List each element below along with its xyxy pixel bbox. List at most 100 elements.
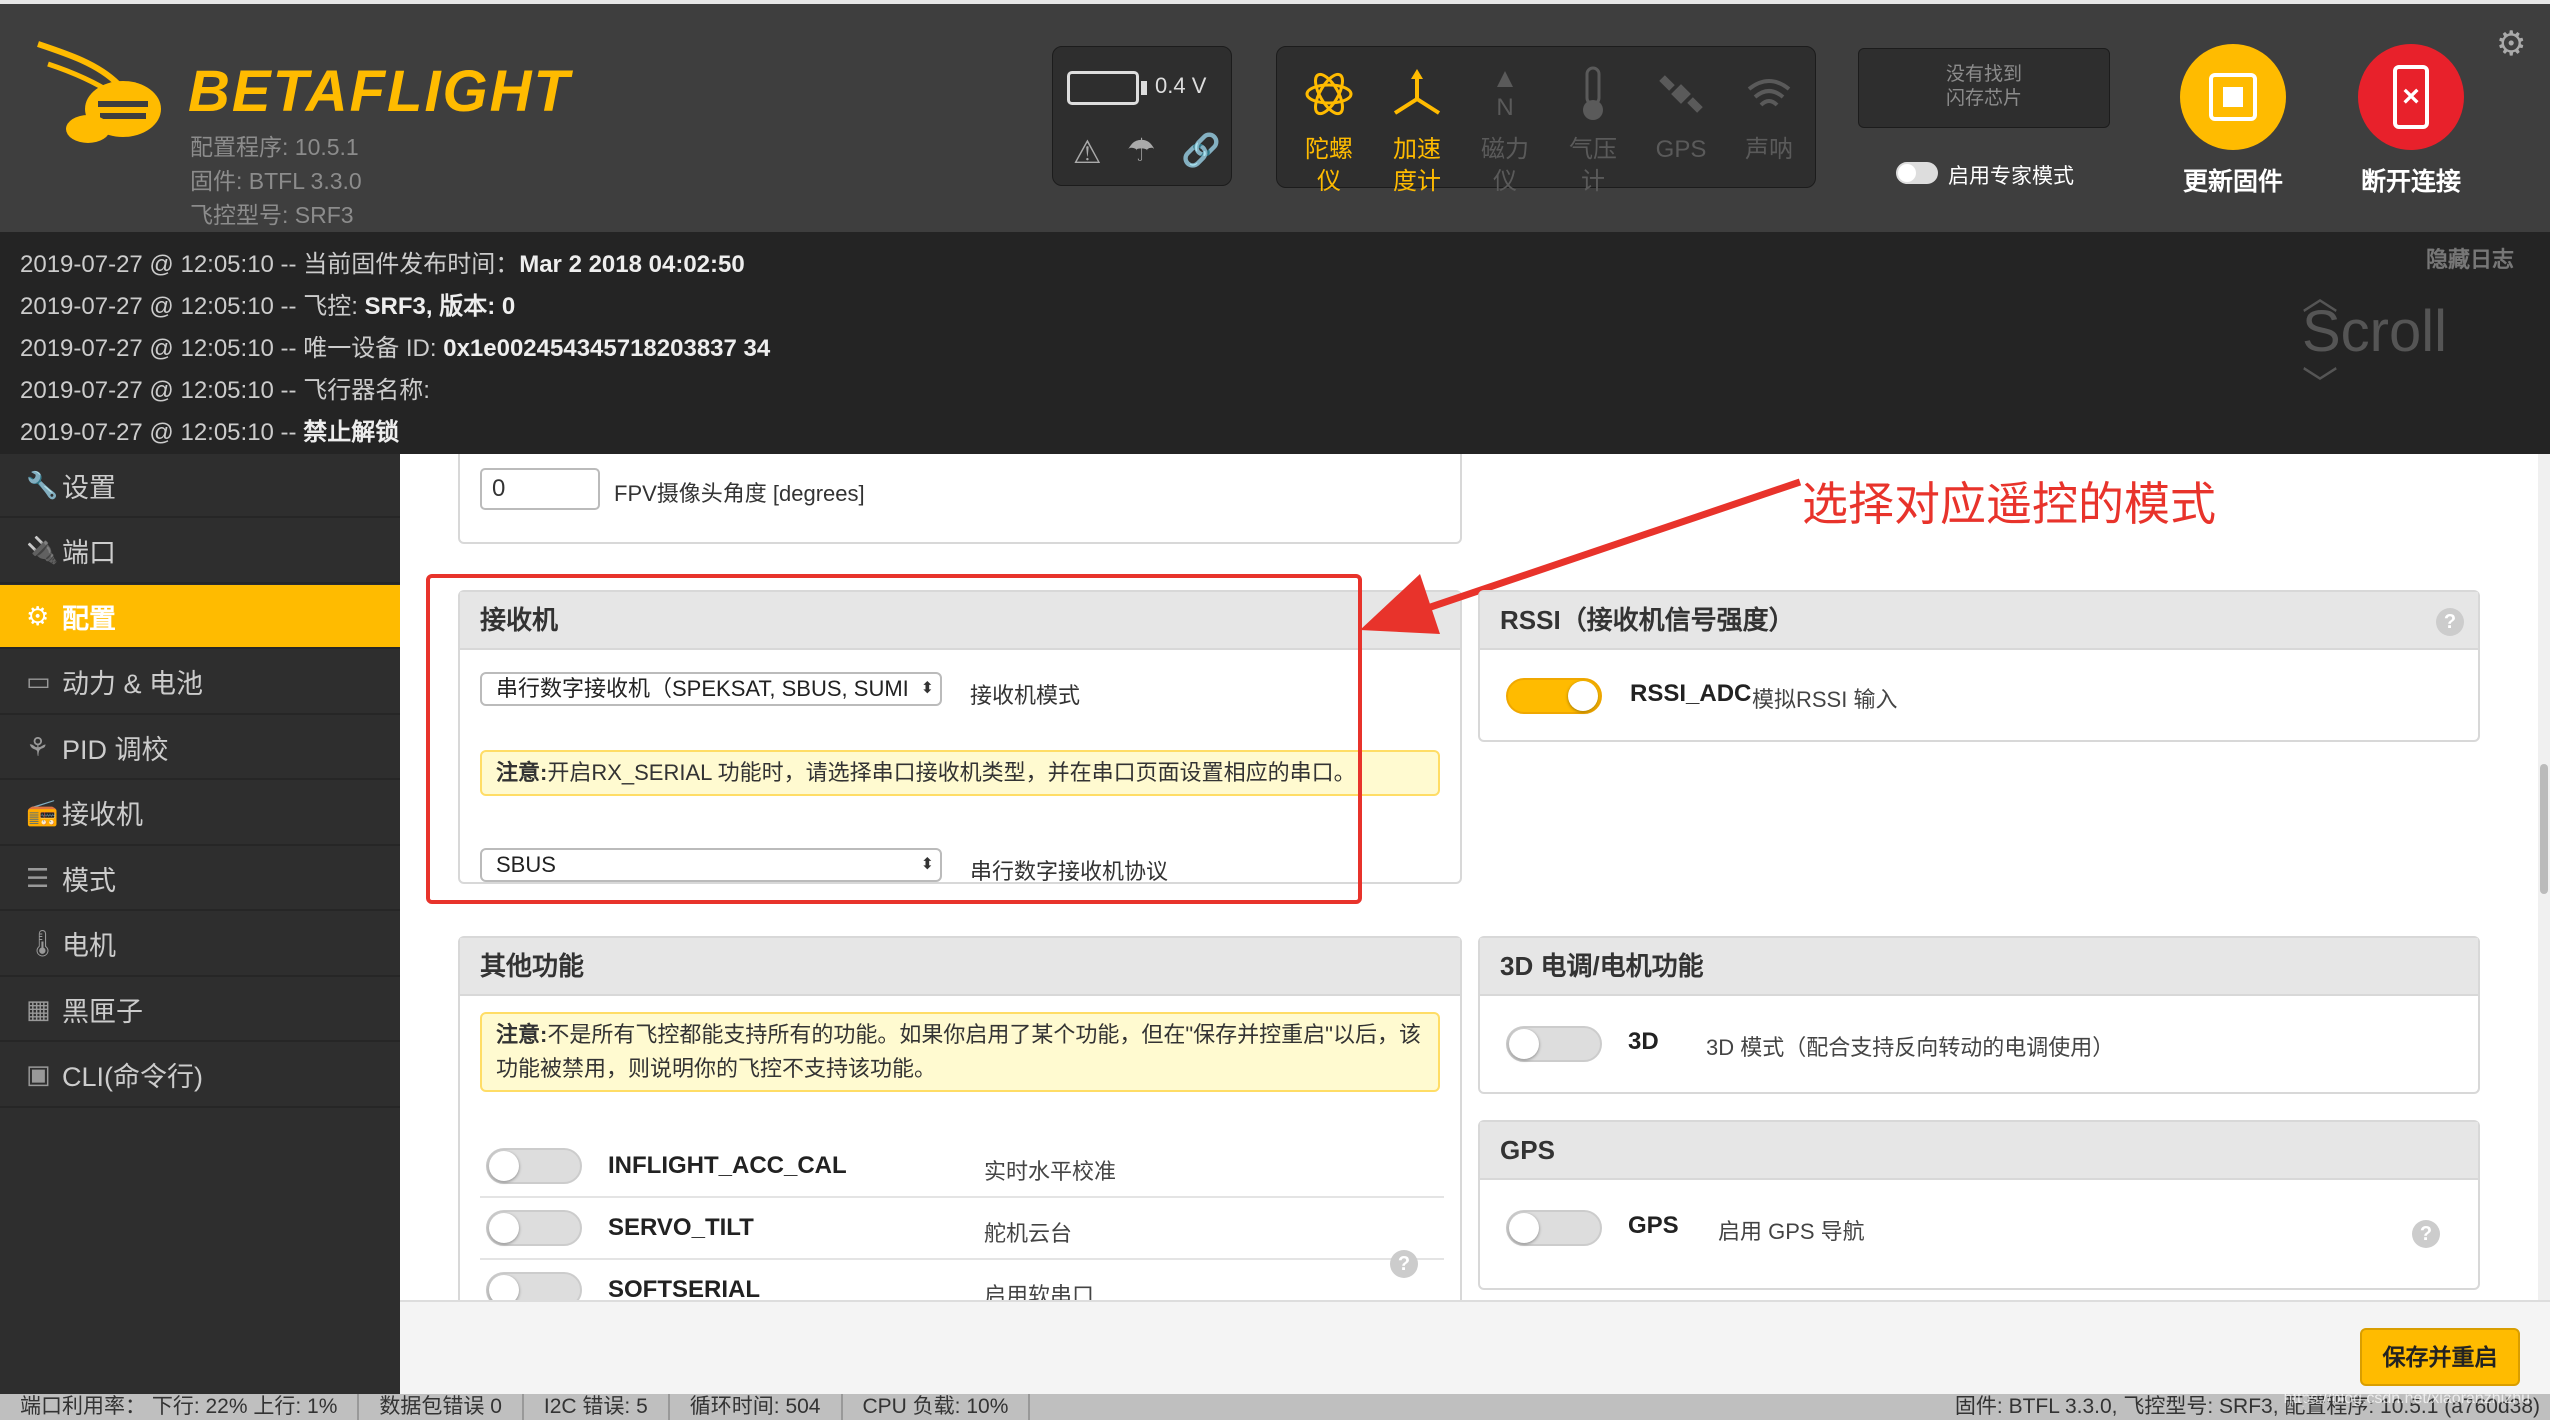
sensor-gps: GPS: [1638, 54, 1724, 204]
rssi-adc-desc: 模拟RSSI 输入: [1752, 687, 1898, 712]
sidebar-item-label: 电机: [62, 931, 116, 961]
status-item: CPU 负载: 10%: [843, 1394, 1031, 1420]
sensor-label-2: 仪: [1317, 168, 1341, 195]
feature-toggle[interactable]: [486, 1272, 582, 1300]
log-prefix: 2019-07-27 @ 12:05:10 --: [20, 419, 304, 446]
sidebar-item-4[interactable]: ⚘ PID 调校: [0, 716, 400, 780]
fpv-angle-input[interactable]: 0: [480, 468, 600, 510]
note-bold: 注意:: [496, 1022, 548, 1047]
board-name: 飞控型号: SRF3: [190, 202, 354, 228]
pid-icon: ⚘: [26, 731, 50, 762]
expert-mode-label: 启用专家模式: [1948, 165, 2074, 188]
status-item: 循环时间: 504: [670, 1394, 843, 1420]
disconnect-button[interactable]: ×: [2358, 44, 2464, 150]
sensor-sonar: 声呐: [1726, 54, 1812, 204]
status-bar: 端口利用率： 下行: 22% 上行: 1% 数据包错误 0 I2C 错误: 5 循环时…: [0, 1394, 2550, 1420]
sidebar-item-label: 黑匣子: [62, 996, 143, 1027]
sensor-label-2: 计: [1581, 168, 1605, 195]
sensor-magnetometer: N 磁力仪: [1462, 54, 1548, 204]
sidebar-item-3[interactable]: ▭ 动力 & 电池: [0, 651, 400, 715]
sidebar-item-9[interactable]: ▣ CLI(命令行): [0, 1044, 400, 1108]
camera-box: 0 FPV摄像头角度 [degrees]: [458, 454, 1462, 544]
help-icon[interactable]: ?: [1390, 1250, 1418, 1278]
plug-icon: 🔌: [26, 535, 59, 565]
sidebar-item-1[interactable]: 🔌 端口: [0, 520, 400, 584]
sidebar-item-label: CLI(命令行): [62, 1062, 203, 1092]
sidebar-item-0[interactable]: 🔧 设置: [0, 454, 400, 518]
feature-desc: 启用软串口: [984, 1283, 1095, 1300]
sensor-label-2: 仪: [1493, 168, 1517, 195]
bee-logo-icon: [28, 34, 178, 154]
rssi-box: RSSI（接收机信号强度） ? RSSI_ADC 模拟RSSI 输入: [1478, 590, 2480, 742]
help-icon[interactable]: ?: [2436, 608, 2464, 636]
scroll-down-icon: ﹀: [2302, 364, 2339, 405]
sidebar-item-label: PID 调校: [62, 734, 169, 765]
gps-desc: 启用 GPS 导航: [1718, 1219, 1865, 1244]
app-logo-text: BETAFLIGHT: [188, 59, 571, 124]
expert-mode-toggle[interactable]: [1896, 162, 1938, 184]
save-reboot-button[interactable]: 保存并重启: [2360, 1328, 2520, 1386]
sidebar-item-2[interactable]: ⚙ 配置: [0, 585, 400, 649]
wrench-icon: 🔧: [26, 469, 59, 500]
sidebar-item-label: 模式: [62, 865, 116, 896]
flash-line-2: 闪存芯片: [1945, 88, 2022, 109]
log-line: 2019-07-27 @ 12:05:10 -- 飞控: SRF3, 版本: 0: [20, 286, 515, 321]
failsafe-icon: ☂: [1127, 132, 1156, 168]
feature-toggle[interactable]: [486, 1210, 582, 1246]
other-features-box: 其他功能 注意:不是所有飞控都能支持所有的功能。如果你启用了某个功能，但在"保存…: [458, 936, 1462, 1300]
battery-panel: 0.4 V ⚠ ☂ 🔗: [1052, 46, 1232, 186]
firmware-version: 固件: BTFL 3.3.0: [190, 168, 362, 194]
settings-gear-icon[interactable]: ⚙: [2496, 24, 2526, 64]
cli-icon: ▣: [26, 1059, 51, 1089]
sidebar-item-7[interactable]: 🌡 电机: [0, 913, 400, 977]
fpv-angle-label: FPV摄像头角度 [degrees]: [614, 481, 865, 506]
sidebar: 🔧 设置 🔌 端口 ⚙ 配置 ▭ 动力 & 电池 ⚘ PID 调校 📻 接收机 ☰ 模式 🌡 电机 ▦ 黑匣子 ▣ C…: [0, 454, 400, 1394]
sidebar-item-5[interactable]: 📻 接收机: [0, 782, 400, 846]
rssi-adc-toggle[interactable]: [1506, 678, 1602, 714]
sidebar-item-label: 接收机: [62, 800, 143, 830]
top-header: BETAFLIGHT 配置程序: 10.5.1 固件: BTFL 3.3.0 飞…: [0, 0, 2550, 232]
other-features-note: 注意:不是所有飞控都能支持所有的功能。如果你启用了某个功能，但在"保存并控重启"…: [480, 1012, 1440, 1092]
hide-log-link[interactable]: 隐藏日志: [2426, 242, 2514, 274]
divider: [480, 1258, 1444, 1260]
sidebar-item-6[interactable]: ☰ 模式: [0, 847, 400, 911]
accelerometer-icon: [1374, 54, 1460, 134]
flash-chip-status: 没有找到 闪存芯片: [1858, 48, 2110, 128]
disconnect-label: 断开连接: [2360, 168, 2461, 196]
sidebar-item-label: 端口: [62, 538, 116, 568]
3d-desc: 3D 模式（配合支持反向转动的电调使用）: [1706, 1035, 2115, 1060]
motor-icon: 🌡: [26, 928, 60, 958]
gps-toggle[interactable]: [1506, 1210, 1602, 1246]
3d-name: 3D: [1628, 1028, 1659, 1055]
main-content: 0 FPV摄像头角度 [degrees] 接收机 串行数字接收机（SPEKSAT…: [400, 454, 2550, 1300]
config-version: 配置程序: 10.5.1: [190, 134, 359, 160]
rssi-adc-name: RSSI_ADC: [1630, 680, 1752, 707]
scrollbar-thumb[interactable]: [2540, 764, 2548, 894]
highlight-rectangle: [426, 574, 1362, 904]
sensor-label-2: 度计: [1393, 168, 1441, 195]
gps-icon: [1638, 54, 1724, 134]
status-item: 端口利用率： 下行: 22% 上行: 1%: [0, 1394, 360, 1420]
other-features-title: 其他功能: [460, 938, 1460, 996]
sensor-label: 声呐: [1745, 136, 1793, 163]
gear-icon: ⚙: [26, 600, 50, 631]
log-value: SRF3, 版本: 0: [364, 293, 516, 320]
help-icon[interactable]: ?: [2412, 1220, 2440, 1248]
content-scrollbar[interactable]: [2538, 454, 2550, 1300]
log-line: 2019-07-27 @ 12:05:10 -- 飞行器名称:: [20, 370, 430, 405]
feature-desc: 实时水平校准: [984, 1159, 1117, 1184]
flash-line-1: 没有找到: [1945, 64, 2022, 85]
sidebar-item-8[interactable]: ▦ 黑匣子: [0, 978, 400, 1042]
blackbox-icon: ▦: [26, 993, 51, 1024]
log-value: 0x1e002454345718203837 34: [443, 335, 771, 362]
esc-3d-title: 3D 电调/电机功能: [1480, 938, 2478, 996]
svg-text:N: N: [1496, 94, 1513, 119]
feature-toggle[interactable]: [486, 1148, 582, 1184]
chip-icon: [2209, 73, 2257, 121]
sidebar-item-label: 动力 & 电池: [62, 669, 204, 699]
update-firmware-button[interactable]: [2180, 44, 2286, 150]
sensor-label: GPS: [1655, 136, 1707, 163]
feature-name: SERVO_TILT: [608, 1214, 754, 1241]
sonar-icon: [1726, 54, 1812, 134]
3d-toggle[interactable]: [1506, 1026, 1602, 1062]
